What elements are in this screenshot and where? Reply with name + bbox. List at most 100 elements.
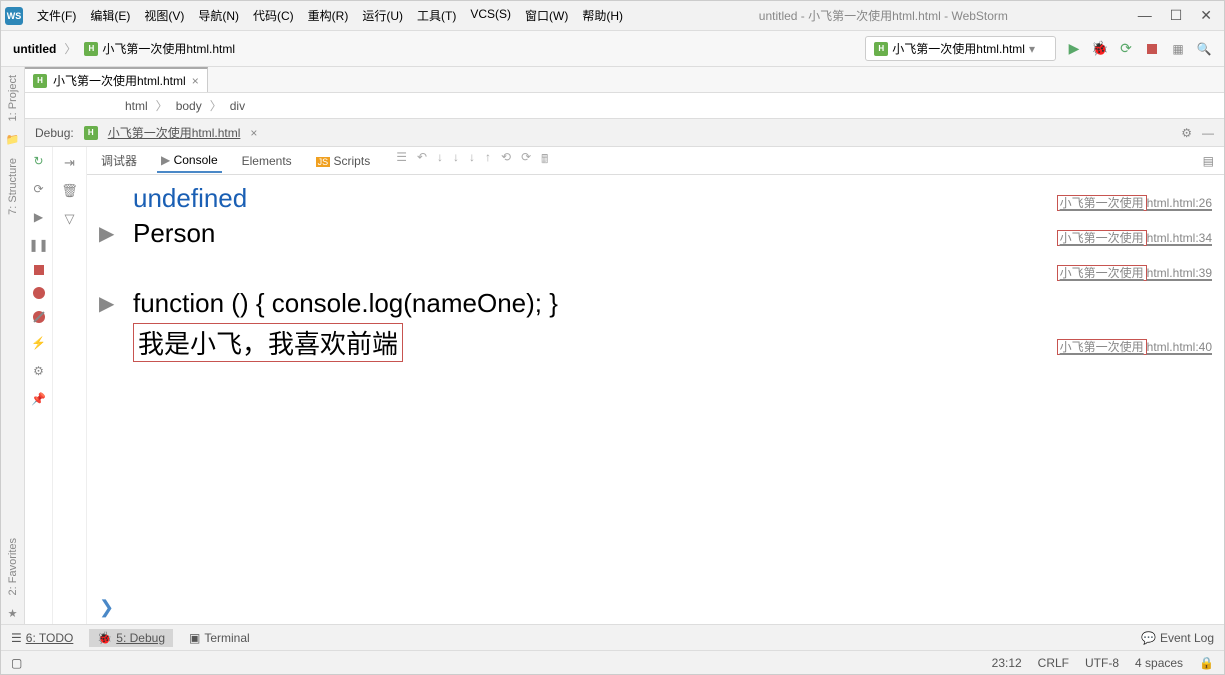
coverage-button[interactable]: ⟳ xyxy=(1118,41,1134,57)
console-side-actions: ⇥ 🗑 ▽ xyxy=(53,147,87,624)
file-breadcrumb[interactable]: H 小飞第一次使用html.html xyxy=(84,40,235,57)
bolt-icon[interactable]: ⚡ xyxy=(31,335,47,351)
breadcrumb-separator-icon: 〉 xyxy=(64,40,76,57)
breadcrumb-item[interactable]: body xyxy=(176,99,202,113)
frames-icon[interactable]: ⟲ xyxy=(501,150,511,171)
step-into-icon[interactable]: ↓ xyxy=(437,150,443,171)
run-button[interactable]: ▶ xyxy=(1066,41,1082,57)
editor-tab-label: 小飞第一次使用html.html xyxy=(53,72,186,89)
menu-window[interactable]: 窗口(W) xyxy=(519,5,574,26)
debug-label: Debug: xyxy=(35,126,74,140)
editor-tabs: H 小飞第一次使用html.html × xyxy=(25,67,1224,93)
console-source-link[interactable]: 小飞第一次使用html.html:26 xyxy=(1057,183,1212,214)
todo-tab[interactable]: ☰ 6: TODO xyxy=(11,631,73,645)
console-value: Person xyxy=(133,218,215,249)
console-source-link[interactable]: 小飞第一次使用html.html:39 xyxy=(1057,253,1212,284)
left-tool-gutter: 1: Project 📁 7: Structure 2: Favorites ★ xyxy=(1,67,25,624)
run-config-label: 小飞第一次使用html.html xyxy=(892,40,1025,57)
menu-file[interactable]: 文件(F) xyxy=(31,5,82,26)
settings-icon[interactable]: ⚙ xyxy=(1181,126,1192,140)
maximize-icon[interactable]: ☐ xyxy=(1170,7,1183,24)
step-into-icon[interactable]: ↓ xyxy=(453,150,459,171)
status-icon[interactable]: ▢ xyxy=(11,656,22,670)
project-tool-tab[interactable]: 1: Project xyxy=(5,67,21,129)
console-value: function () { console.log(nameOne); } xyxy=(133,288,558,319)
editor-breadcrumb: html 〉 body 〉 div xyxy=(25,93,1224,119)
menu-tools[interactable]: 工具(T) xyxy=(411,5,462,26)
cursor-position[interactable]: 23:12 xyxy=(992,656,1022,670)
tab-elements[interactable]: Elements xyxy=(238,150,296,172)
debug-button[interactable]: 🐞 xyxy=(1092,41,1108,57)
lock-icon[interactable]: 🔒 xyxy=(1199,656,1214,670)
folder-icon[interactable]: 📁 xyxy=(6,133,20,146)
console-line: ▶ function () { console.log(nameOne); } xyxy=(87,286,1224,321)
more-icon[interactable]: ▤ xyxy=(1203,154,1214,168)
terminal-tab[interactable]: ▣ Terminal xyxy=(189,631,250,645)
calculator-icon[interactable]: 🖩 xyxy=(541,150,548,171)
expand-icon[interactable]: ▶ xyxy=(99,291,123,316)
hide-panel-icon[interactable]: — xyxy=(1202,126,1214,140)
menu-edit[interactable]: 编辑(E) xyxy=(84,5,136,26)
event-log-tab[interactable]: 💬 Event Log xyxy=(1141,631,1214,645)
console-source-link[interactable]: 小飞第一次使用html.html:34 xyxy=(1057,218,1212,249)
stop-button[interactable] xyxy=(1144,41,1160,57)
debug-session-name[interactable]: 小飞第一次使用html.html xyxy=(108,124,241,141)
breakpoint-icon[interactable] xyxy=(33,287,45,299)
tab-close-icon[interactable]: × xyxy=(250,126,257,140)
step-out-icon[interactable]: ↓ xyxy=(469,150,475,171)
debug-tab[interactable]: 🐞 5: Debug xyxy=(89,629,173,647)
indent-setting[interactable]: 4 spaces xyxy=(1135,656,1183,670)
close-icon[interactable]: ✕ xyxy=(1200,7,1212,24)
step-icon[interactable]: ↶ xyxy=(417,150,427,171)
project-name[interactable]: untitled xyxy=(13,42,56,56)
pause-icon[interactable]: ❚❚ xyxy=(31,237,47,253)
console-play-icon: ▶ xyxy=(161,153,170,167)
menu-code[interactable]: 代码(C) xyxy=(247,5,300,26)
breadcrumb-item[interactable]: html xyxy=(125,99,148,113)
favorites-tool-tab[interactable]: 2: Favorites xyxy=(5,530,21,603)
eval-icon[interactable]: ⟳ xyxy=(521,150,531,171)
run-config-dropdown[interactable]: H 小飞第一次使用html.html ▾ xyxy=(865,36,1056,61)
structure-tool-tab[interactable]: 7: Structure xyxy=(5,150,21,223)
layout-icon[interactable]: ☰ xyxy=(396,150,407,171)
menu-view[interactable]: 视图(V) xyxy=(138,5,190,26)
resume-icon[interactable]: ⟳ xyxy=(31,181,47,197)
minimize-icon[interactable]: — xyxy=(1138,7,1152,24)
html-file-icon: H xyxy=(84,126,98,140)
editor-tab[interactable]: H 小飞第一次使用html.html × xyxy=(25,67,208,92)
menu-run[interactable]: 运行(U) xyxy=(356,5,409,26)
filter-icon[interactable]: ▽ xyxy=(65,211,75,227)
console-source-link[interactable]: 小飞第一次使用html.html:40 xyxy=(1057,327,1212,358)
console-value-highlighted: 我是小飞，我喜欢前端 xyxy=(133,323,403,362)
tab-debugger[interactable]: 调试器 xyxy=(97,148,141,173)
console-line: 我是小飞，我喜欢前端 小飞第一次使用html.html:40 xyxy=(87,321,1224,364)
trash-icon[interactable]: 🗑 xyxy=(61,183,78,199)
pin-icon[interactable]: 📌 xyxy=(31,391,47,407)
menu-help[interactable]: 帮助(H) xyxy=(576,5,629,26)
step-over-icon[interactable]: ⇥ xyxy=(64,155,75,171)
encoding[interactable]: UTF-8 xyxy=(1085,656,1119,670)
console-prompt[interactable]: ❯ xyxy=(87,597,1224,618)
stop-icon[interactable] xyxy=(34,265,44,275)
file-name: 小飞第一次使用html.html xyxy=(102,40,235,57)
play-icon[interactable]: ▶ xyxy=(31,209,47,225)
mute-breakpoints-icon[interactable] xyxy=(33,311,45,323)
menu-nav[interactable]: 导航(N) xyxy=(192,5,245,26)
menu-vcs[interactable]: VCS(S) xyxy=(464,5,517,26)
tab-scripts[interactable]: JS Scripts xyxy=(312,150,375,172)
breadcrumb-item[interactable]: div xyxy=(230,99,245,113)
console-line: undefined 小飞第一次使用html.html:26 xyxy=(87,181,1224,216)
line-ending[interactable]: CRLF xyxy=(1038,656,1069,670)
rerun-icon[interactable]: ↻ xyxy=(31,153,47,169)
search-icon[interactable]: 🔍 xyxy=(1196,41,1212,57)
chevron-down-icon: ▾ xyxy=(1029,42,1035,56)
expand-icon[interactable]: ▶ xyxy=(99,221,123,246)
breadcrumb-separator-icon: 〉 xyxy=(156,97,168,114)
console-line: 小飞第一次使用html.html:39 xyxy=(87,251,1224,286)
layout-icon[interactable]: ▦ xyxy=(1170,41,1186,57)
settings-icon[interactable]: ⚙ xyxy=(31,363,47,379)
tab-close-icon[interactable]: × xyxy=(192,74,199,88)
menu-refactor[interactable]: 重构(R) xyxy=(302,5,355,26)
tab-console[interactable]: ▶ Console xyxy=(157,149,222,173)
step-up-icon[interactable]: ↑ xyxy=(485,150,491,171)
